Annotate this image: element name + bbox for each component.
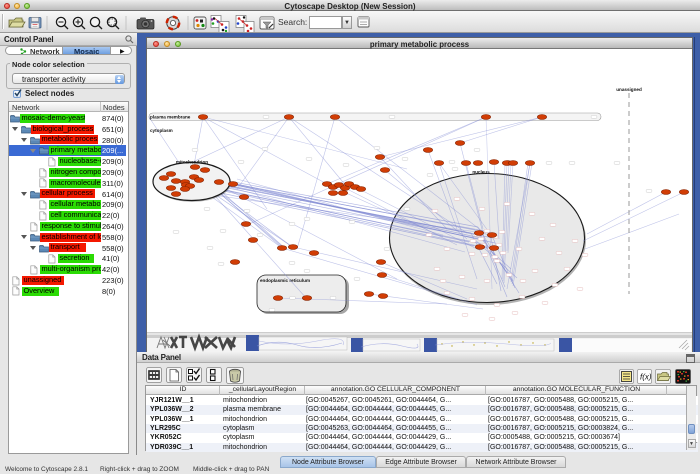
svg-text:nucleus: nucleus <box>472 170 490 175</box>
svg-text:unassigned: unassigned <box>616 87 642 92</box>
svg-text:cytoplasm: cytoplasm <box>150 128 173 133</box>
svg-text:endoplasmic reticulum: endoplasmic reticulum <box>260 278 310 283</box>
svg-text:f(x): f(x) <box>640 373 652 382</box>
svg-text:plasma membrane: plasma membrane <box>150 115 191 120</box>
svg-text:mitochondrion: mitochondrion <box>176 160 208 165</box>
